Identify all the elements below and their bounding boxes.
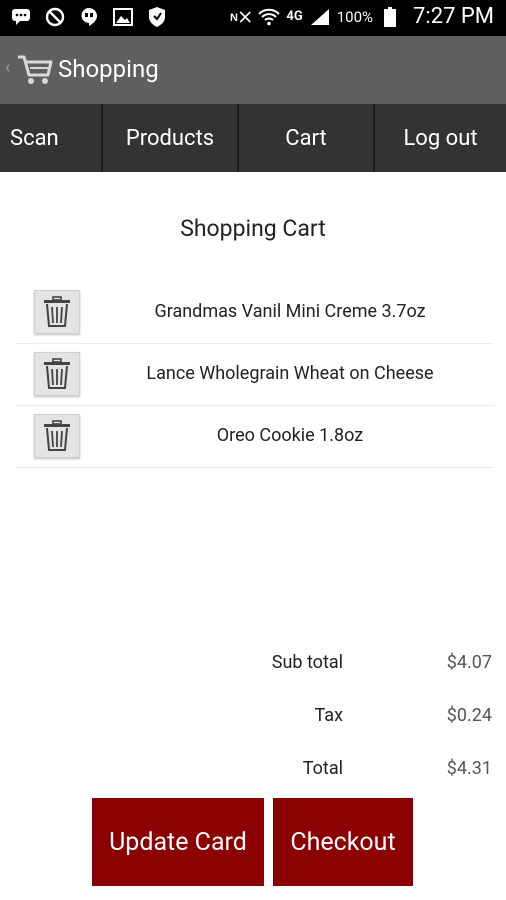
list-item: Oreo Cookie 1.8oz xyxy=(16,406,494,468)
trash-icon xyxy=(44,358,70,389)
item-name: Oreo Cookie 1.8oz xyxy=(216,425,364,446)
battery-icon xyxy=(379,6,401,28)
clock: 7:27 PM xyxy=(413,4,494,29)
page-title: Shopping Cart xyxy=(180,215,326,242)
total-label: Total xyxy=(302,758,343,779)
trash-icon xyxy=(44,420,70,451)
battery-percent: 100% xyxy=(336,7,374,26)
delete-item-button[interactable] xyxy=(34,414,80,458)
cart-list: Grandmas Vanil Mini Creme 3.7oz Lance Wh… xyxy=(16,282,494,468)
status-bar: N 4G 100% 7:27 PM xyxy=(0,0,506,36)
notification-icons xyxy=(10,6,168,28)
tab-products[interactable]: Products xyxy=(103,104,237,172)
chat-icon xyxy=(10,6,32,28)
total-row: Total $4.31 xyxy=(0,754,506,784)
tax-value: $0.24 xyxy=(446,705,492,726)
tab-scan[interactable]: Scan xyxy=(0,104,101,172)
subtotal-value: $4.07 xyxy=(446,652,492,673)
subtotal-row: Sub total $4.07 xyxy=(0,648,506,678)
hangouts-icon xyxy=(78,6,100,28)
nfc-icon: N xyxy=(230,6,252,28)
subtotal-label: Sub total xyxy=(271,652,343,673)
list-item: Grandmas Vanil Mini Creme 3.7oz xyxy=(16,282,494,344)
action-bar: ‹ Shopping xyxy=(0,36,506,104)
total-value: $4.31 xyxy=(446,758,492,779)
svg-text:N: N xyxy=(230,12,238,24)
system-icons: N 4G 100% 7:27 PM xyxy=(230,4,494,29)
tax-label: Tax xyxy=(314,705,343,726)
signal-icon xyxy=(309,6,331,28)
shopping-cart-icon[interactable] xyxy=(16,53,54,87)
checkout-button[interactable]: Checkout xyxy=(273,798,413,886)
delete-item-button[interactable] xyxy=(34,352,80,396)
wifi-icon xyxy=(258,6,281,28)
item-name: Lance Wholegrain Wheat on Cheese xyxy=(146,363,434,384)
item-name: Grandmas Vanil Mini Creme 3.7oz xyxy=(154,301,426,322)
shield-icon xyxy=(146,6,168,28)
back-chevron-icon[interactable]: ‹ xyxy=(5,57,10,78)
app-title: Shopping xyxy=(58,55,159,83)
list-item: Lance Wholegrain Wheat on Cheese xyxy=(16,344,494,406)
network-type: 4G xyxy=(286,9,303,24)
image-icon xyxy=(112,6,134,28)
trash-icon xyxy=(44,296,70,327)
tax-row: Tax $0.24 xyxy=(0,701,506,731)
tab-bar: Scan Products Cart Log out xyxy=(0,104,506,172)
block-icon xyxy=(44,6,66,28)
delete-item-button[interactable] xyxy=(34,290,80,334)
tab-log-out[interactable]: Log out xyxy=(375,104,506,172)
update-card-button[interactable]: Update Card xyxy=(92,798,264,886)
tab-cart[interactable]: Cart xyxy=(239,104,373,172)
